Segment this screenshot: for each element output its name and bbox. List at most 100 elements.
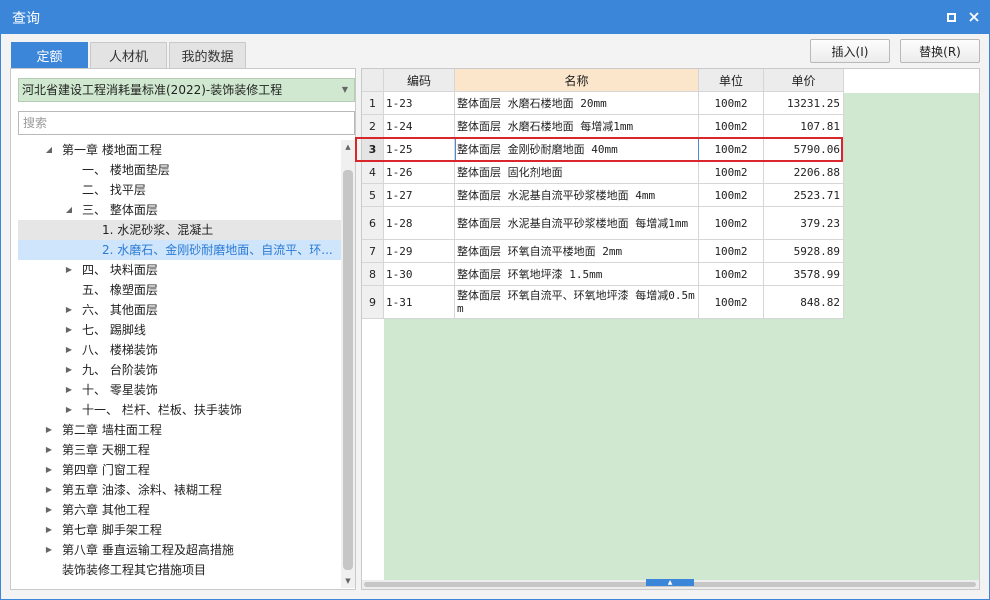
- collapsed-arrow-icon[interactable]: ▶: [44, 540, 54, 560]
- expanded-arrow-icon[interactable]: ◢: [44, 140, 54, 160]
- column-header[interactable]: 名称: [455, 69, 699, 92]
- tree-item[interactable]: ▶ 四、 块料面层: [18, 260, 341, 280]
- collapsed-arrow-icon[interactable]: ▶: [44, 460, 54, 480]
- table-row[interactable]: 2 1-24 整体面层 水磨石楼地面 每增减1mm 100m2 107.81: [362, 115, 844, 138]
- row-number[interactable]: 2: [362, 115, 384, 138]
- tree-item[interactable]: ▶ 第三章 天棚工程: [18, 440, 341, 460]
- collapsed-arrow-icon[interactable]: ▶: [64, 360, 74, 380]
- cell-unit[interactable]: 100m2: [699, 207, 764, 240]
- tree-item[interactable]: ▶ 第五章 油漆、涂料、裱糊工程: [18, 480, 341, 500]
- cell-price[interactable]: 13231.25: [764, 92, 844, 115]
- table-row[interactable]: 4 1-26 整体面层 固化剂地面 100m2 2206.88: [362, 161, 844, 184]
- row-number[interactable]: 3: [362, 138, 384, 161]
- collapsed-arrow-icon[interactable]: ▶: [44, 480, 54, 500]
- cell-price[interactable]: 2523.71: [764, 184, 844, 207]
- tree-item[interactable]: ▶ 第四章 门窗工程: [18, 460, 341, 480]
- cell-code[interactable]: 1-28: [384, 207, 455, 240]
- row-number[interactable]: 4: [362, 161, 384, 184]
- search-input[interactable]: [18, 111, 355, 135]
- table-row[interactable]: 3 1-25 整体面层 金刚砂耐磨地面 40mm 100m2 5790.06: [362, 138, 844, 161]
- cell-price[interactable]: 848.82: [764, 286, 844, 319]
- cell-price[interactable]: 379.23: [764, 207, 844, 240]
- collapsed-arrow-icon[interactable]: ▶: [44, 500, 54, 520]
- collapsed-arrow-icon[interactable]: ▶: [44, 420, 54, 440]
- tree-item[interactable]: ▶ 第六章 其他工程: [18, 500, 341, 520]
- tree-item[interactable]: ▶ 十、 零星装饰: [18, 380, 341, 400]
- table-row[interactable]: 7 1-29 整体面层 环氧自流平楼地面 2mm 100m2 5928.89: [362, 240, 844, 263]
- cell-price[interactable]: 5928.89: [764, 240, 844, 263]
- table-row[interactable]: 8 1-30 整体面层 环氧地坪漆 1.5mm 100m2 3578.99: [362, 263, 844, 286]
- cell-code[interactable]: 1-24: [384, 115, 455, 138]
- cell-name[interactable]: 整体面层 环氧地坪漆 1.5mm: [455, 263, 699, 286]
- cell-name[interactable]: 整体面层 环氧自流平、环氧地坪漆 每增减0.5mm: [455, 286, 699, 319]
- collapsed-arrow-icon[interactable]: ▶: [64, 300, 74, 320]
- table-row[interactable]: 6 1-28 整体面层 水泥基自流平砂浆楼地面 每增减1mm 100m2 379.23: [362, 207, 844, 240]
- cell-unit[interactable]: 100m2: [699, 115, 764, 138]
- tree-item[interactable]: 一、 楼地面垫层: [18, 160, 341, 180]
- tree-item[interactable]: ◢ 三、 整体面层: [18, 200, 341, 220]
- tree-item[interactable]: 五、 橡塑面层: [18, 280, 341, 300]
- cell-name[interactable]: 整体面层 水磨石楼地面 每增减1mm: [455, 115, 699, 138]
- collapsed-arrow-icon[interactable]: ▶: [64, 260, 74, 280]
- cell-code[interactable]: 1-23: [384, 92, 455, 115]
- table-row[interactable]: 9 1-31 整体面层 环氧自流平、环氧地坪漆 每增减0.5mm 100m2 848.8…: [362, 286, 844, 319]
- column-header[interactable]: 编码: [384, 69, 455, 92]
- cell-name[interactable]: 整体面层 金刚砂耐磨地面 40mm: [455, 138, 699, 161]
- collapsed-arrow-icon[interactable]: ▶: [44, 440, 54, 460]
- standard-select[interactable]: 河北省建设工程消耗量标准(2022)-装饰装修工程 ▼: [18, 78, 355, 102]
- expanded-arrow-icon[interactable]: ◢: [64, 200, 74, 220]
- cell-price[interactable]: 2206.88: [764, 161, 844, 184]
- cell-unit[interactable]: 100m2: [699, 240, 764, 263]
- cell-price[interactable]: 3578.99: [764, 263, 844, 286]
- tree-vertical-scrollbar[interactable]: ▲ ▼: [341, 140, 355, 588]
- scrollbar-thumb[interactable]: [343, 170, 353, 570]
- close-button[interactable]: [964, 7, 984, 27]
- tree-item[interactable]: ▶ 八、 楼梯装饰: [18, 340, 341, 360]
- cell-unit[interactable]: 100m2: [699, 138, 764, 161]
- table-row[interactable]: 1 1-23 整体面层 水磨石楼地面 20mm 100m2 13231.25: [362, 92, 844, 115]
- collapsed-arrow-icon[interactable]: ▶: [64, 340, 74, 360]
- cell-code[interactable]: 1-30: [384, 263, 455, 286]
- collapsed-arrow-icon[interactable]: ▶: [64, 320, 74, 340]
- cell-unit[interactable]: 100m2: [699, 161, 764, 184]
- cell-name[interactable]: 整体面层 环氧自流平楼地面 2mm: [455, 240, 699, 263]
- tree-item[interactable]: ▶ 七、 踢脚线: [18, 320, 341, 340]
- cell-name[interactable]: 整体面层 水磨石楼地面 20mm: [455, 92, 699, 115]
- tab-my-data[interactable]: 我的数据: [169, 42, 246, 68]
- cell-name[interactable]: 整体面层 水泥基自流平砂浆楼地面 4mm: [455, 184, 699, 207]
- tree-item[interactable]: 1. 水泥砂浆、混凝土: [18, 220, 341, 240]
- cell-code[interactable]: 1-31: [384, 286, 455, 319]
- row-number[interactable]: 7: [362, 240, 384, 263]
- row-number[interactable]: 9: [362, 286, 384, 319]
- row-number[interactable]: 1: [362, 92, 384, 115]
- cell-code[interactable]: 1-27: [384, 184, 455, 207]
- collapsed-arrow-icon[interactable]: ▶: [64, 400, 74, 420]
- cell-code[interactable]: 1-26: [384, 161, 455, 184]
- cell-code[interactable]: 1-25: [384, 138, 455, 161]
- insert-button[interactable]: 插入(I): [810, 39, 890, 63]
- tab-labor-material-machine[interactable]: 人材机: [90, 42, 167, 68]
- cell-price[interactable]: 107.81: [764, 115, 844, 138]
- column-header[interactable]: 单位: [699, 69, 764, 92]
- tree-item[interactable]: ▶ 六、 其他面层: [18, 300, 341, 320]
- tree-item[interactable]: 二、 找平层: [18, 180, 341, 200]
- row-number[interactable]: 6: [362, 207, 384, 240]
- column-header[interactable]: 单价: [764, 69, 844, 92]
- tree-item[interactable]: ▶ 第二章 墙柱面工程: [18, 420, 341, 440]
- scroll-down-icon[interactable]: ▼: [341, 574, 355, 588]
- cell-name[interactable]: 整体面层 固化剂地面: [455, 161, 699, 184]
- collapsed-arrow-icon[interactable]: ▶: [44, 520, 54, 540]
- maximize-button[interactable]: [941, 7, 961, 27]
- cell-unit[interactable]: 100m2: [699, 263, 764, 286]
- cell-name[interactable]: 整体面层 水泥基自流平砂浆楼地面 每增减1mm: [455, 207, 699, 240]
- tree-item[interactable]: 2. 水磨石、金刚砂耐磨地面、自流平、环...: [18, 240, 341, 260]
- tree-item[interactable]: 装饰装修工程其它措施项目: [18, 560, 341, 580]
- cell-unit[interactable]: 100m2: [699, 92, 764, 115]
- tree-item[interactable]: ▶ 九、 台阶装饰: [18, 360, 341, 380]
- cell-unit[interactable]: 100m2: [699, 286, 764, 319]
- tab-quota[interactable]: 定额: [11, 42, 88, 68]
- tree-item[interactable]: ◢ 第一章 楼地面工程: [18, 140, 341, 160]
- table-row[interactable]: 5 1-27 整体面层 水泥基自流平砂浆楼地面 4mm 100m2 2523.71: [362, 184, 844, 207]
- replace-button[interactable]: 替换(R): [900, 39, 980, 63]
- panel-splitter-handle[interactable]: ▲: [646, 579, 694, 586]
